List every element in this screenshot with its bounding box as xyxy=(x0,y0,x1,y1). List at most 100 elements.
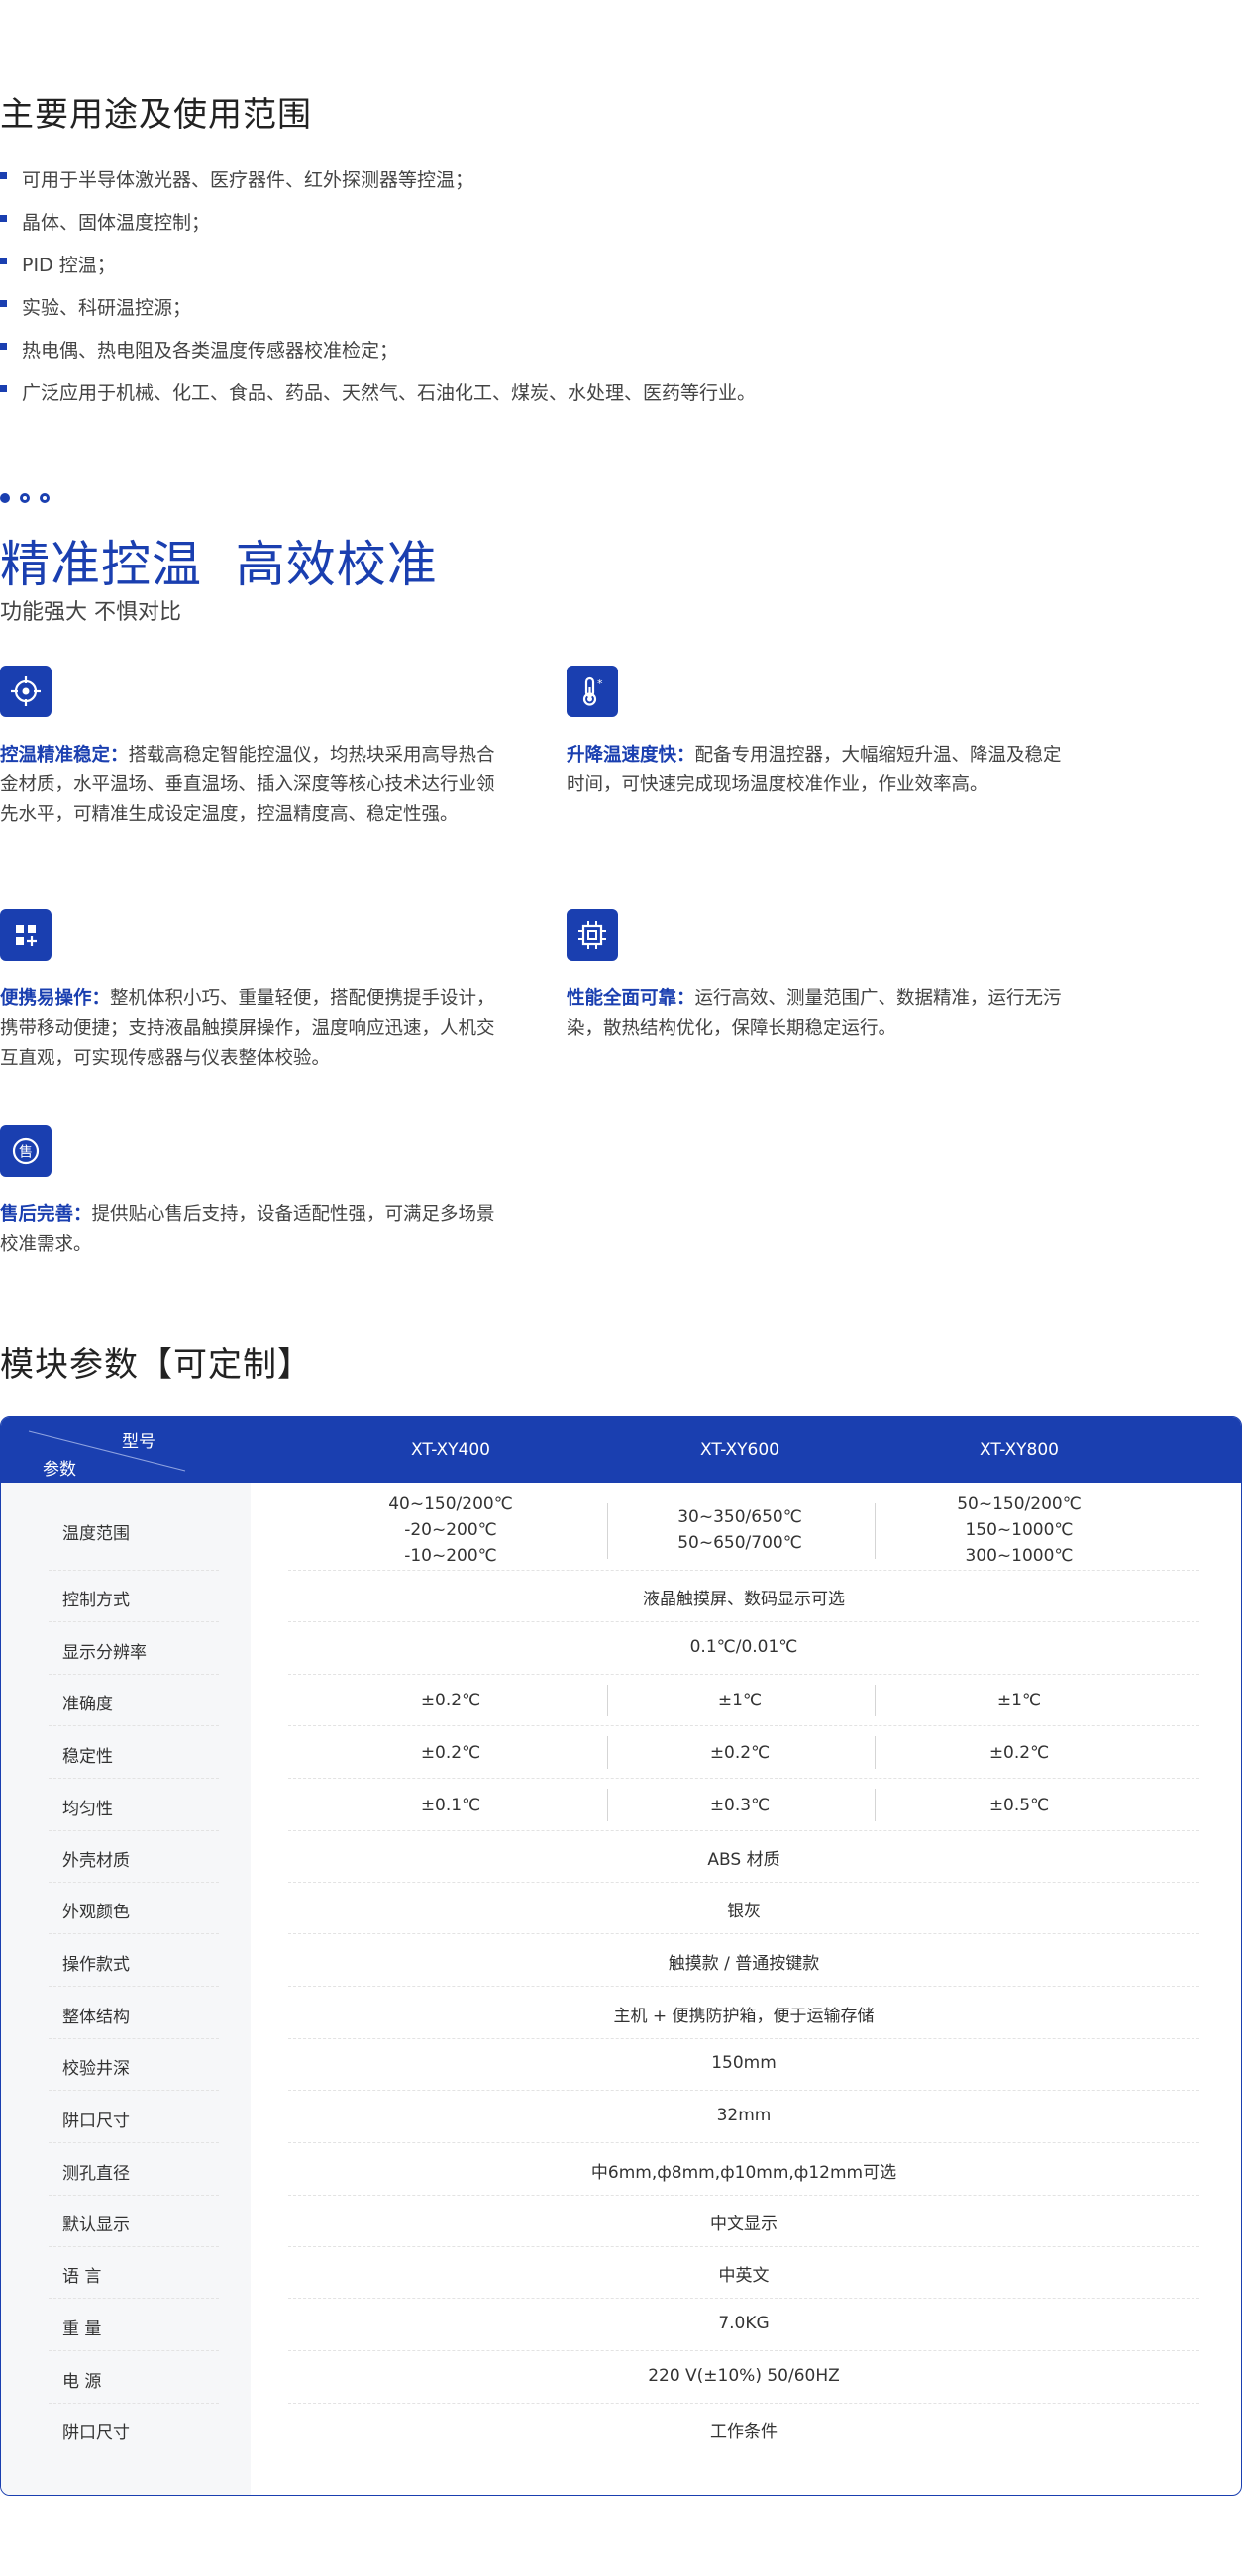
uses-item-text: 热电偶、热电阻及各类温度传感器校准检定； xyxy=(22,340,399,361)
param-name: 控制方式 xyxy=(62,1591,130,1610)
param-value: 40~150/200℃ -20~200℃ -10~200℃ xyxy=(388,1494,513,1566)
param-name: 温度范围 xyxy=(62,1524,130,1544)
param-value: ±0.3℃ xyxy=(709,1795,771,1815)
param-name: 语 言 xyxy=(62,2267,102,2287)
chip-icon xyxy=(567,909,618,961)
param-value: 50~150/200℃ 150~1000℃ 300~1000℃ xyxy=(957,1494,1082,1566)
feature-text: 售后完善：提供贴心售后支持，设备适配性强，可满足多场景校准需求。 xyxy=(0,1200,505,1260)
param-value: ±0.2℃ xyxy=(420,1742,481,1763)
uses-item-text: 广泛应用于机械、化工、食品、药品、天然气、石油化工、煤炭、水处理、医药等行业。 xyxy=(22,382,757,404)
feature-card: * 升降温速度快：配备专用温控器，大幅缩短升温、降温及稳定时间，可快速完成现场温… xyxy=(567,666,1072,800)
table-row: 温度范围 40~150/200℃ -20~200℃ -10~200℃ 30~350/… xyxy=(1,1490,1241,1571)
product-detail-page: 主要用途及使用范围 可用于半导体激光器、医疗器件、红外探测器等控温； 晶体、固体温… xyxy=(0,0,1244,2576)
header-model-2: XT-XY600 xyxy=(700,1440,779,1460)
param-name: 电 源 xyxy=(62,2371,102,2392)
column-divider xyxy=(607,1789,608,1821)
column-divider xyxy=(875,1736,876,1769)
param-name: 稳定性 xyxy=(62,1746,113,1767)
square-bullet-icon xyxy=(0,258,7,264)
square-bullet-icon xyxy=(0,300,7,307)
feature-heading: 售后完善： xyxy=(0,1204,92,1225)
param-value: 7.0KG xyxy=(718,2313,770,2333)
table-corner-cell: 型号 参数 xyxy=(1,1417,251,1483)
table-row: 默认显示 中文显示 xyxy=(1,2196,1241,2247)
target-icon xyxy=(0,666,52,717)
param-value: 银灰 xyxy=(727,1902,761,1921)
square-bullet-icon xyxy=(0,385,7,392)
param-value: 工作条件 xyxy=(710,2422,778,2442)
thermometer-icon: * xyxy=(567,666,618,717)
param-value: 32mm xyxy=(716,2105,772,2125)
param-value: 中文显示 xyxy=(710,2215,778,2234)
param-value: ABS 材质 xyxy=(707,1850,780,1870)
feature-text: 性能全面可靠：运行高效、测量范围广、数据精准，运行无污染，散热结构优化，保障长期… xyxy=(567,984,1072,1044)
param-name: 外壳材质 xyxy=(62,1851,130,1871)
param-value: 中英文 xyxy=(718,2266,770,2286)
feature-heading: 升降温速度快： xyxy=(567,745,695,766)
table-row: 控制方式 液晶触摸屏、数码显示可选 xyxy=(1,1571,1241,1622)
param-value: 主机 + 便携防护箱，便于运输存储 xyxy=(613,2006,875,2026)
param-value: 0.1℃/0.01℃ xyxy=(689,1636,798,1657)
table-row: 均匀性 ±0.1℃ ±0.3℃ ±0.5℃ xyxy=(1,1779,1241,1831)
column-divider xyxy=(607,1736,608,1769)
uses-list-item: PID 控温； xyxy=(0,246,756,288)
param-value: 30~350/650℃ 50~650/700℃ xyxy=(677,1507,802,1553)
param-value: 液晶触摸屏、数码显示可选 xyxy=(643,1590,845,1609)
square-bullet-icon xyxy=(0,215,7,222)
table-row: 重 量 7.0KG xyxy=(1,2299,1241,2351)
service-icon-glyph: 售 xyxy=(19,1145,33,1161)
param-name: 整体结构 xyxy=(62,2007,130,2027)
param-name: 外观颜色 xyxy=(62,1903,130,1922)
param-value: 150mm xyxy=(711,2053,777,2073)
param-name: 测孔直径 xyxy=(62,2163,130,2184)
service-icon: 售 xyxy=(0,1125,52,1177)
header-model-label: 型号 xyxy=(122,1432,156,1452)
param-value: ±0.2℃ xyxy=(988,1742,1050,1763)
uses-item-text: 实验、科研温控源； xyxy=(22,297,192,319)
table-row: 语 言 中英文 xyxy=(1,2247,1241,2299)
uses-list-item: 实验、科研温控源； xyxy=(0,288,756,331)
feature-text: 控温精准稳定：搭载高稳定智能控温仪，均热块采用高导热合金材质，水平温场、垂直温场… xyxy=(0,741,505,830)
header-model-1: XT-XY400 xyxy=(411,1440,490,1460)
uses-title: 主要用途及使用范围 xyxy=(0,95,312,135)
feature-heading: 便携易操作： xyxy=(0,988,111,1009)
table-row: 外壳材质 ABS 材质 xyxy=(1,1831,1241,1883)
uses-list-item: 晶体、固体温度控制； xyxy=(0,203,756,246)
table-row: 稳定性 ±0.2℃ ±0.2℃ ±0.2℃ xyxy=(1,1726,1241,1779)
column-divider xyxy=(875,1503,876,1559)
uses-list-item: 热电偶、热电阻及各类温度传感器校准检定； xyxy=(0,331,756,373)
dot-icon xyxy=(0,493,10,503)
param-value: 触摸款 / 普通按键款 xyxy=(668,1953,820,1974)
dot-icon xyxy=(40,493,50,503)
feature-card: 控温精准稳定：搭载高稳定智能控温仪，均热块采用高导热合金材质，水平温场、垂直温场… xyxy=(0,666,505,830)
param-value: 220 V(±10%) 50/60HZ xyxy=(648,2365,840,2386)
param-name: 准确度 xyxy=(62,1695,113,1714)
params-title: 模块参数【可定制】 xyxy=(0,1345,312,1385)
table-row: 阱口尺寸 32mm xyxy=(1,2091,1241,2143)
param-name: 均匀性 xyxy=(62,1799,113,1819)
feature-text: 升降温速度快：配备专用温控器，大幅缩短升温、降温及稳定时间，可快速完成现场温度校… xyxy=(567,741,1072,800)
uses-item-text: 晶体、固体温度控制； xyxy=(22,212,211,234)
uses-list-item: 广泛应用于机械、化工、食品、药品、天然气、石油化工、煤炭、水处理、医药等行业。 xyxy=(0,373,756,416)
param-value: ±0.1℃ xyxy=(420,1795,481,1815)
uses-list: 可用于半导体激光器、医疗器件、红外探测器等控温； 晶体、固体温度控制； PID 控温… xyxy=(0,160,756,416)
square-bullet-icon xyxy=(0,343,7,350)
table-row: 整体结构 主机 + 便携防护箱，便于运输存储 xyxy=(1,1987,1241,2039)
header-param-label: 参数 xyxy=(43,1460,76,1480)
param-value: ±1℃ xyxy=(717,1691,763,1710)
feature-card: 售 售后完善：提供贴心售后支持，设备适配性强，可满足多场景校准需求。 xyxy=(0,1125,505,1260)
table-row: 校验井深 150mm xyxy=(1,2039,1241,2091)
param-value: ±1℃ xyxy=(996,1691,1042,1710)
features-title: 精准控温 高效校准 xyxy=(0,536,438,593)
feature-card: 便携易操作：整机体积小巧、重量轻便，搭配便携提手设计，携带移动便捷；支持液晶触摸… xyxy=(0,909,505,1074)
param-name: 阱口尺寸 xyxy=(62,2111,130,2131)
table-row: 准确度 ±0.2℃ ±1℃ ±1℃ xyxy=(1,1675,1241,1726)
feature-text: 便携易操作：整机体积小巧、重量轻便，搭配便携提手设计，携带移动便捷；支持液晶触摸… xyxy=(0,984,505,1074)
table-header: 型号 参数 XT-XY400 XT-XY600 XT-XY800 xyxy=(1,1417,1241,1483)
table-row: 测孔直径 中6mm,ф8mm,ф10mm,ф12mm可选 xyxy=(1,2143,1241,2196)
params-table: 型号 参数 XT-XY400 XT-XY600 XT-XY800 温度范围 40~… xyxy=(0,1416,1242,2496)
param-name: 默认显示 xyxy=(62,2215,130,2235)
param-name: 校验井深 xyxy=(62,2059,130,2079)
table-row: 阱口尺寸 工作条件 xyxy=(1,2404,1241,2455)
param-value: 中6mm,ф8mm,ф10mm,ф12mm可选 xyxy=(590,2162,897,2183)
